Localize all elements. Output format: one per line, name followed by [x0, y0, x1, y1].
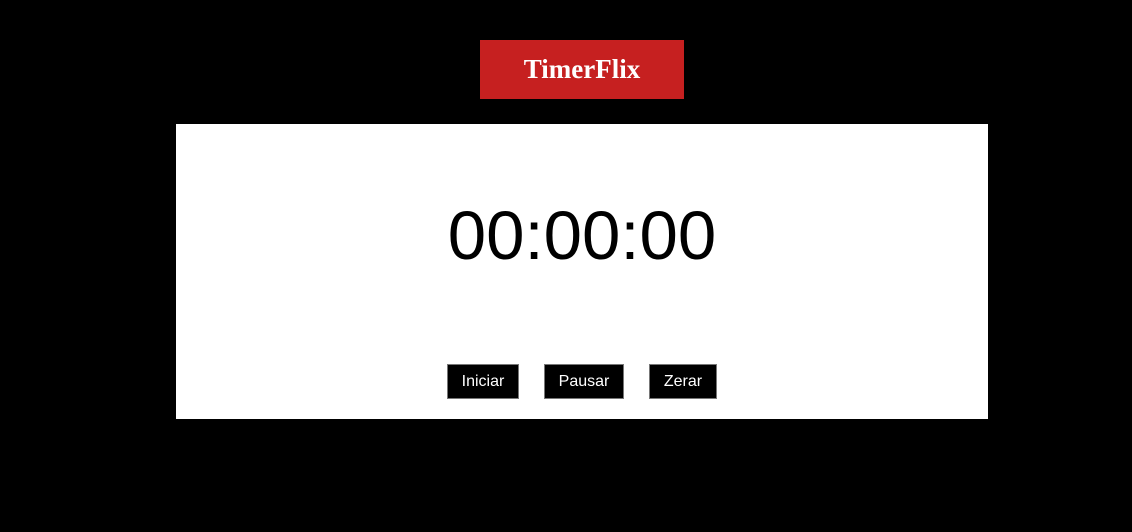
start-button[interactable]: Iniciar [447, 364, 519, 399]
app-title: TimerFlix [523, 54, 641, 84]
app-header-badge: TimerFlix [480, 40, 684, 99]
timer-panel: 00:00:00 Iniciar Pausar Zerar [176, 124, 988, 419]
pause-button[interactable]: Pausar [544, 364, 624, 399]
timer-display: 00:00:00 [447, 197, 717, 274]
reset-button[interactable]: Zerar [649, 364, 717, 399]
